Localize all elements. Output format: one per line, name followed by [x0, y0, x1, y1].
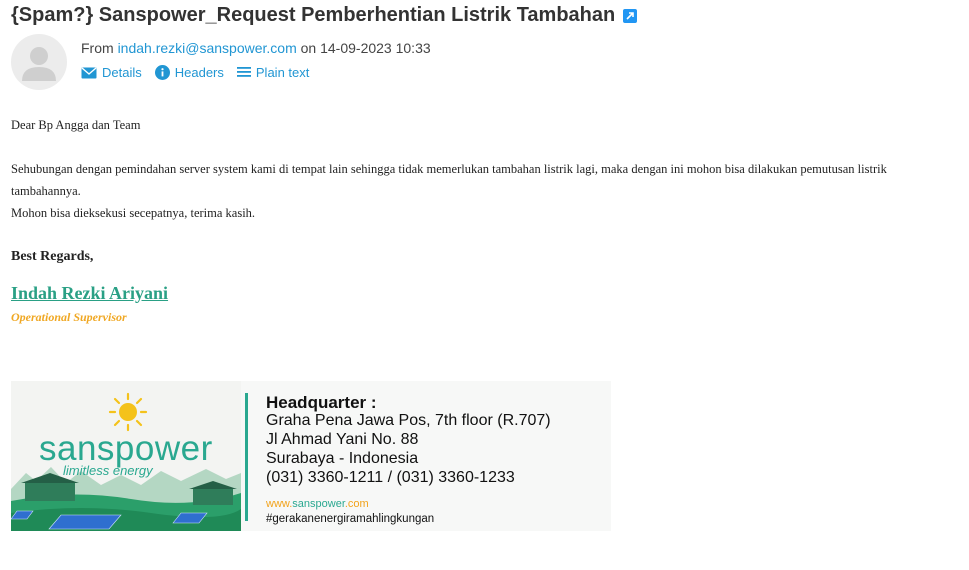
web-suffix: .com: [344, 498, 369, 510]
signature-name: Indah Rezki Ariyani: [11, 283, 169, 303]
brand-tagline: limitless energy: [63, 463, 153, 478]
email-body: Dear Bp Angga dan Team Sehubungan dengan…: [11, 114, 956, 328]
hq-phones: (031) 3360-1211 / (031) 3360-1233: [266, 469, 515, 486]
details-label: Details: [102, 65, 142, 80]
plain-text-button[interactable]: Plain text: [236, 65, 310, 80]
closing: Best Regards,: [11, 249, 94, 264]
greeting: Dear Bp Angga dan Team: [11, 118, 141, 132]
email-date: on 14-09-2023 10:33: [296, 40, 431, 56]
paragraph-1: Sehubungan dengan pemindahan server syst…: [11, 162, 887, 198]
open-external-icon[interactable]: [623, 8, 638, 23]
banner-divider: [245, 393, 248, 521]
hq-address-3: Surabaya - Indonesia: [266, 450, 419, 467]
headers-label: Headers: [174, 65, 224, 80]
website-link[interactable]: www.sanspower.com: [266, 498, 369, 510]
hq-address-1: Graha Pena Jawa Pos, 7th floor (R.707): [266, 412, 551, 429]
from-label: From: [81, 40, 118, 56]
headers-button[interactable]: Headers: [154, 65, 224, 80]
details-button[interactable]: Details: [81, 65, 142, 80]
message-actions: Details Headers Plain text: [81, 65, 309, 80]
envelope-icon: [81, 66, 97, 78]
web-brand: sanspower: [292, 498, 345, 510]
info-icon: [154, 65, 170, 80]
sender-avatar: [11, 34, 67, 90]
signature-title: Operational Supervisor: [11, 310, 127, 324]
sender-line: From indah.rezki@sanspower.com on 14-09-…: [81, 40, 431, 56]
email-subject: {Spam?} Sanspower_Request Pemberhentian …: [11, 4, 638, 27]
paragraph-2: Mohon bisa dieksekusi secepatnya, terima…: [11, 206, 256, 220]
sun-icon: [108, 392, 148, 432]
person-icon: [22, 47, 56, 81]
list-icon: [236, 67, 251, 77]
plain-text-label: Plain text: [255, 65, 310, 80]
hq-title: Headquarter :: [266, 393, 377, 412]
hashtag: #gerakanenergiramahlingkungan: [266, 513, 435, 525]
hq-address-2: Jl Ahmad Yani No. 88: [266, 431, 419, 448]
sender-email-link[interactable]: indah.rezki@sanspower.com: [118, 40, 297, 56]
banner-artwork: sanspower limitless energy: [11, 381, 241, 531]
signature-banner: sanspower limitless energy Headquarter :…: [11, 381, 611, 531]
web-prefix: www.: [266, 498, 293, 510]
subject-text: {Spam?} Sanspower_Request Pemberhentian …: [11, 4, 616, 26]
